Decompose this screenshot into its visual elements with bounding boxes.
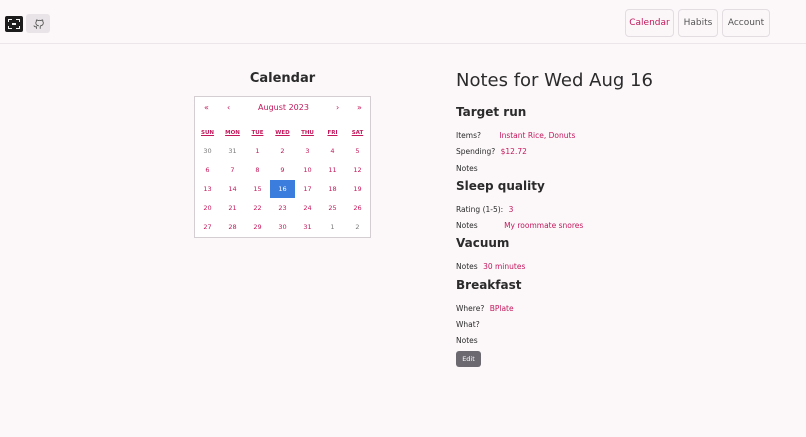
rating-value: 3 xyxy=(508,205,514,214)
calendar-day[interactable]: 27 xyxy=(195,218,220,236)
weekday-label: THU xyxy=(301,130,314,136)
prev-month-button[interactable]: ‹ xyxy=(227,103,230,112)
section-heading-sleep-quality: Sleep quality xyxy=(456,179,545,193)
notes-title: Notes for Wed Aug 16 xyxy=(456,70,653,91)
spending-label: Spending? xyxy=(456,147,496,156)
calendar-day[interactable]: 30 xyxy=(270,218,295,236)
calendar-day[interactable]: 30 xyxy=(195,142,220,160)
calendar-day[interactable]: 2 xyxy=(270,142,295,160)
calendar-day[interactable]: 4 xyxy=(320,142,345,160)
spending-value: $12.72 xyxy=(500,147,527,156)
calendar-day[interactable]: 19 xyxy=(345,180,370,198)
weekday-label: SAT xyxy=(351,130,364,136)
calendar-day[interactable]: 28 xyxy=(220,218,245,236)
nav-calendar-button[interactable]: Calendar xyxy=(625,9,674,37)
target-run-items-row: Items? Instant Rice, Donuts xyxy=(456,131,575,140)
section-heading-target-run: Target run xyxy=(456,105,527,119)
target-run-spending-row: Spending? $12.72 xyxy=(456,147,527,156)
github-button[interactable] xyxy=(26,14,50,33)
notes-label: Notes xyxy=(456,262,478,271)
calendar-day[interactable]: 14 xyxy=(220,180,245,198)
calendar-day[interactable]: 31 xyxy=(295,218,320,236)
nav-habits-button[interactable]: Habits xyxy=(678,9,718,37)
notes-label: Notes xyxy=(456,336,478,345)
weekday-label: WED xyxy=(275,130,290,136)
next-month-button[interactable]: › xyxy=(336,103,339,112)
edit-button[interactable]: Edit xyxy=(456,351,481,367)
calendar-day[interactable]: 6 xyxy=(195,161,220,179)
where-value: BPlate xyxy=(489,304,514,313)
items-label: Items? xyxy=(456,131,481,140)
notes-label: Notes xyxy=(456,164,478,173)
github-icon xyxy=(33,18,44,29)
calendar-day[interactable]: 9 xyxy=(270,161,295,179)
calendar-day[interactable]: 13 xyxy=(195,180,220,198)
calendar-day[interactable]: 11 xyxy=(320,161,345,179)
calendar-day[interactable]: 23 xyxy=(270,199,295,217)
calendar-day[interactable]: 1 xyxy=(245,142,270,160)
prev-year-button[interactable]: « xyxy=(204,103,209,112)
calendar-day[interactable]: 2 xyxy=(345,218,370,236)
calendar-day[interactable]: 31 xyxy=(220,142,245,160)
vacuum-notes-value: 30 minutes xyxy=(483,262,526,271)
calendar-day[interactable]: 22 xyxy=(245,199,270,217)
items-value: Instant Rice, Donuts xyxy=(499,131,576,140)
sleep-notes-value: My roommate snores xyxy=(504,221,584,230)
section-heading-vacuum: Vacuum xyxy=(456,236,510,250)
vacuum-notes-row: Notes 30 minutes xyxy=(456,262,525,271)
nav-account-button[interactable]: Account xyxy=(722,9,770,37)
calendar-day[interactable]: 20 xyxy=(195,199,220,217)
section-heading-breakfast: Breakfast xyxy=(456,278,522,292)
calendar-day[interactable]: 5 xyxy=(345,142,370,160)
weekday-label: MON xyxy=(225,130,240,136)
calendar-day[interactable]: 10 xyxy=(295,161,320,179)
calendar-day[interactable]: 15 xyxy=(245,180,270,198)
top-navbar: Calendar Habits Account xyxy=(0,0,806,44)
calendar-widget: « ‹ August 2023 › » SUN MON TUE WED THU … xyxy=(194,96,371,238)
calendar-day[interactable]: 12 xyxy=(345,161,370,179)
calendar-day[interactable]: 24 xyxy=(295,199,320,217)
calendar-day[interactable]: 17 xyxy=(295,180,320,198)
weekday-label: SUN xyxy=(200,130,215,136)
breakfast-where-row: Where? BPlate xyxy=(456,304,514,313)
calendar-day[interactable]: 18 xyxy=(320,180,345,198)
next-year-button[interactable]: » xyxy=(357,103,362,112)
calendar-day[interactable]: 8 xyxy=(245,161,270,179)
what-label: What? xyxy=(456,320,480,329)
calendar-day[interactable]: 7 xyxy=(220,161,245,179)
weekday-label: FRI xyxy=(327,130,338,136)
calendar-month-label[interactable]: August 2023 xyxy=(235,103,332,112)
sleep-rating-row: Rating (1-5): 3 xyxy=(456,205,513,214)
calendar-day[interactable]: 21 xyxy=(220,199,245,217)
breakfast-notes-row: Notes xyxy=(456,336,478,345)
calendar-day[interactable]: 1 xyxy=(320,218,345,236)
calendar-day-selected[interactable]: 16 xyxy=(270,180,295,198)
app-logo-icon[interactable] xyxy=(5,16,23,32)
where-label: Where? xyxy=(456,304,485,313)
breakfast-what-row: What? xyxy=(456,320,480,329)
target-run-notes-row: Notes xyxy=(456,164,478,173)
calendar-day[interactable]: 3 xyxy=(295,142,320,160)
calendar-heading: Calendar xyxy=(249,71,316,86)
calendar-day[interactable]: 26 xyxy=(345,199,370,217)
calendar-day[interactable]: 25 xyxy=(320,199,345,217)
notes-label: Notes xyxy=(456,221,478,230)
sleep-notes-row: Notes My roommate snores xyxy=(456,221,583,230)
rating-label: Rating (1-5): xyxy=(456,205,504,214)
calendar-day[interactable]: 29 xyxy=(245,218,270,236)
weekday-label: TUE xyxy=(251,130,264,136)
